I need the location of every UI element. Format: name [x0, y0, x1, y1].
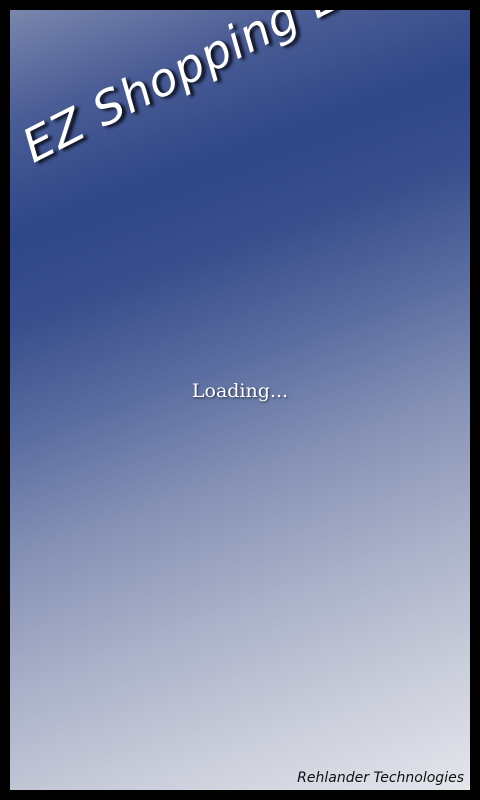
company-name: Rehlander Technologies: [297, 770, 464, 786]
splash-screen: EZ Shopping List Loading... Rehlander Te…: [10, 10, 470, 790]
app-title: EZ Shopping List: [13, 10, 397, 174]
device-frame: EZ Shopping List Loading... Rehlander Te…: [0, 0, 480, 800]
loading-status: Loading...: [191, 380, 289, 402]
